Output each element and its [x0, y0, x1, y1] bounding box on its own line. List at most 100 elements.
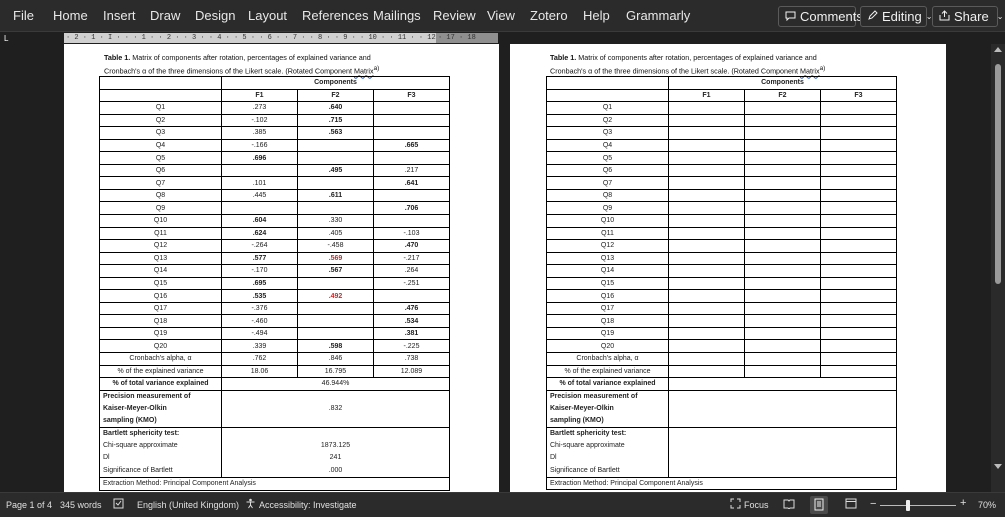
zoom-level[interactable]: 70%: [978, 500, 996, 510]
table-cell[interactable]: [668, 138, 745, 153]
table-cell[interactable]: [668, 163, 745, 178]
table-cell[interactable]: [744, 226, 821, 241]
table-cell[interactable]: [820, 126, 897, 140]
table-cell[interactable]: [668, 214, 745, 228]
table-cell[interactable]: [744, 276, 821, 291]
table-cell[interactable]: [820, 201, 897, 215]
table-cell[interactable]: [668, 226, 745, 241]
table-cell[interactable]: [668, 352, 745, 366]
table-cell[interactable]: [297, 138, 374, 153]
table-cell[interactable]: [373, 126, 450, 140]
table-cell[interactable]: [744, 151, 821, 165]
table-cell[interactable]: [668, 264, 745, 278]
table-cell[interactable]: [744, 352, 821, 366]
menu-draw[interactable]: Draw: [150, 8, 180, 23]
menu-layout[interactable]: Layout: [248, 8, 287, 23]
table-cell[interactable]: .695: [221, 276, 298, 291]
table-cell[interactable]: .535: [221, 289, 298, 303]
table-cell[interactable]: -.251: [373, 276, 450, 291]
zoom-slider-track[interactable]: [880, 505, 956, 506]
table-cell[interactable]: [297, 276, 374, 291]
table-cell[interactable]: [297, 151, 374, 165]
table-cell[interactable]: [820, 251, 897, 266]
table-cell[interactable]: .563: [297, 126, 374, 140]
table-cell[interactable]: -.166: [221, 138, 298, 153]
table-cell[interactable]: -.494: [221, 326, 298, 341]
table-cell[interactable]: [221, 201, 298, 215]
table-cell[interactable]: [297, 201, 374, 215]
table-cell[interactable]: [820, 314, 897, 328]
table-cell[interactable]: [744, 126, 821, 140]
table-cell[interactable]: [744, 188, 821, 203]
table-cell[interactable]: .495: [297, 163, 374, 178]
table-cell[interactable]: .569: [297, 251, 374, 266]
table-cell[interactable]: [668, 326, 745, 341]
menu-file[interactable]: File: [13, 8, 34, 23]
table-cell[interactable]: [820, 364, 897, 379]
page-count[interactable]: Page 1 of 4: [6, 500, 52, 510]
table-cell[interactable]: [668, 251, 745, 266]
menu-home[interactable]: Home: [53, 8, 88, 23]
print-layout-icon[interactable]: [810, 496, 828, 514]
table-cell[interactable]: [668, 201, 745, 215]
table-cell[interactable]: -.170: [221, 264, 298, 278]
table-cell[interactable]: [373, 289, 450, 303]
table-cell[interactable]: .706: [373, 201, 450, 215]
scrollbar-thumb[interactable]: [995, 64, 1001, 284]
table-cell[interactable]: -.458: [297, 239, 374, 253]
table-cell[interactable]: .264: [373, 264, 450, 278]
table-cell[interactable]: [744, 339, 821, 354]
table-cell[interactable]: .640: [297, 101, 374, 115]
share-button[interactable]: Share ⌄: [932, 6, 1003, 27]
focus-button[interactable]: Focus: [744, 500, 769, 510]
table-cell[interactable]: [820, 188, 897, 203]
table-cell[interactable]: [820, 214, 897, 228]
table-cell[interactable]: [744, 289, 821, 303]
table-cell[interactable]: [744, 101, 821, 115]
table-cell[interactable]: .762: [221, 352, 298, 366]
table-cell[interactable]: .567: [297, 264, 374, 278]
table-cell[interactable]: 46.944%: [221, 377, 450, 391]
zoom-out-button[interactable]: −: [870, 498, 876, 510]
table-cell[interactable]: [221, 163, 298, 178]
vertical-scrollbar[interactable]: [991, 44, 1005, 492]
table-cell[interactable]: [744, 251, 821, 266]
table-cell[interactable]: [668, 176, 745, 190]
table-cell[interactable]: .611: [297, 188, 374, 203]
proofing-icon[interactable]: [113, 498, 124, 511]
table-cell[interactable]: [373, 188, 450, 203]
tab-selector[interactable]: L: [4, 34, 13, 43]
table-cell[interactable]: .339: [221, 339, 298, 354]
table-cell[interactable]: .330: [297, 214, 374, 228]
menu-grammarly[interactable]: Grammarly: [626, 8, 690, 23]
table-cell[interactable]: .738: [373, 352, 450, 366]
table-cell[interactable]: [744, 201, 821, 215]
table-cell[interactable]: [744, 214, 821, 228]
table-cell[interactable]: .217: [373, 163, 450, 178]
zoom-in-button[interactable]: +: [960, 497, 966, 509]
table-cell[interactable]: 16.795: [297, 364, 374, 379]
menu-zotero[interactable]: Zotero: [530, 8, 568, 23]
table-cell[interactable]: .405: [297, 226, 374, 241]
table-cell[interactable]: .577: [221, 251, 298, 266]
table-cell[interactable]: .381: [373, 326, 450, 341]
menu-review[interactable]: Review: [433, 8, 476, 23]
table-cell[interactable]: [373, 101, 450, 115]
scroll-down-arrow-icon[interactable]: [994, 464, 1002, 469]
menu-help[interactable]: Help: [583, 8, 610, 23]
menu-references[interactable]: References: [302, 8, 368, 23]
table-cell[interactable]: -.102: [221, 113, 298, 128]
document-page-2[interactable]: Table 1. Matrix of components after rota…: [510, 44, 946, 492]
table-cell[interactable]: .624: [221, 226, 298, 241]
table-cell[interactable]: [820, 301, 897, 316]
table-cell[interactable]: [668, 301, 745, 316]
table-cell[interactable]: [744, 239, 821, 253]
table-cell[interactable]: [668, 239, 745, 253]
table-cell[interactable]: -.103: [373, 226, 450, 241]
menu-mailings[interactable]: Mailings: [373, 8, 421, 23]
table-cell[interactable]: [668, 113, 745, 128]
table-cell[interactable]: .385: [221, 126, 298, 140]
table-cell[interactable]: [820, 151, 897, 165]
table-cell[interactable]: [668, 126, 745, 140]
table-cell[interactable]: .696: [221, 151, 298, 165]
